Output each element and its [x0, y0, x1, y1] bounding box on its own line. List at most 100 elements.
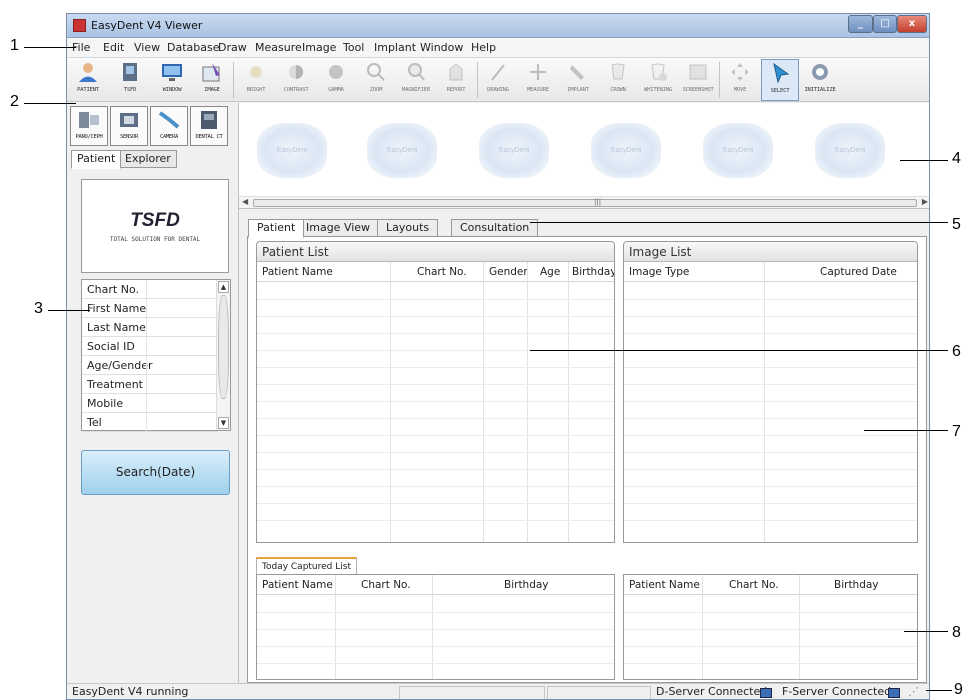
camera-button[interactable]: CAMERA — [150, 106, 188, 146]
select-tool-button[interactable]: SELECT — [761, 59, 799, 101]
thumbnail[interactable]: EasyDent — [591, 123, 661, 178]
info-row[interactable]: Treatment — [82, 375, 218, 394]
col-chart-no[interactable]: Chart No. — [361, 579, 411, 591]
scroll-down-icon[interactable]: ▼ — [218, 417, 229, 429]
thumbnail[interactable]: EasyDent — [815, 123, 885, 178]
col-patient-name[interactable]: Patient Name — [629, 579, 700, 591]
thumbnail[interactable]: EasyDent — [257, 123, 327, 178]
col-chart-no[interactable]: Chart No. — [729, 579, 779, 591]
thumbnail[interactable]: EasyDent — [703, 123, 773, 178]
contrast-tool-button[interactable]: CONTRAST — [277, 59, 315, 101]
menu-database[interactable]: Database — [167, 41, 220, 54]
col-gender[interactable]: Gender — [489, 266, 528, 278]
drawing-icon — [491, 64, 505, 81]
menu-window[interactable]: Window — [420, 41, 463, 54]
zoom-tool-button[interactable]: ZOOM — [357, 59, 395, 101]
tab-consultation[interactable]: Consultation — [451, 219, 539, 237]
info-row[interactable]: First Name — [82, 299, 218, 318]
magnifier-tool-button[interactable]: MAGNIFIER — [397, 59, 435, 101]
col-image-type[interactable]: Image Type — [629, 266, 689, 278]
row-line — [257, 646, 614, 647]
thumbnail[interactable]: EasyDent — [367, 123, 437, 178]
row-line — [624, 663, 917, 664]
patient-tool-button[interactable]: PATIENT — [69, 59, 107, 101]
scroll-left-icon[interactable]: ◀ — [242, 197, 248, 206]
field-divider — [146, 280, 147, 299]
image-tool-button[interactable]: IMAGE — [193, 59, 231, 101]
sensor-button[interactable]: SENSOR — [110, 106, 148, 146]
col-patient-name[interactable]: Patient Name — [262, 266, 333, 278]
col-patient-name[interactable]: Patient Name — [262, 579, 333, 591]
tab-today-captured-list[interactable]: Today Captured List — [256, 557, 357, 574]
report-tool-button[interactable]: REPORT — [437, 59, 475, 101]
col-captured-date[interactable]: Captured Date — [820, 266, 897, 278]
initialize-tool-button[interactable]: INITIALIZE — [801, 59, 839, 101]
info-row[interactable]: Tel — [82, 413, 218, 432]
col-age[interactable]: Age — [540, 266, 560, 278]
menu-image[interactable]: Image — [302, 41, 336, 54]
menu-draw[interactable]: Draw — [218, 41, 247, 54]
drawing-tool-button[interactable]: DRAWING — [479, 59, 517, 101]
menu-view[interactable]: View — [134, 41, 160, 54]
menu-implant[interactable]: Implant — [374, 41, 416, 54]
info-scrollbar[interactable]: ▲ ▼ — [216, 280, 230, 430]
info-row[interactable]: Social ID — [82, 337, 218, 356]
tab-layouts[interactable]: Layouts — [377, 219, 439, 237]
tab-explorer[interactable]: Explorer — [119, 150, 177, 168]
col-chart-no[interactable]: Chart No. — [417, 266, 467, 278]
tool-label: IMPLANT — [567, 87, 589, 93]
tool-label: MAGNIFIER — [401, 87, 430, 93]
tsfd-tool-button[interactable]: TSFD — [111, 59, 149, 101]
thumbnail[interactable]: EasyDent — [479, 123, 549, 178]
info-row[interactable]: Last Name — [82, 318, 218, 337]
image-list-header: Image Type Captured Date — [624, 262, 917, 282]
menu-measure[interactable]: Measure — [255, 41, 302, 54]
tab-patient[interactable]: Patient — [248, 219, 305, 238]
implant-tool-button[interactable]: IMPLANT — [559, 59, 597, 101]
scroll-thumb[interactable]: ||| — [253, 198, 917, 207]
window-tool-button[interactable]: WINDOW — [153, 59, 191, 101]
crown-icon — [611, 63, 625, 80]
dserver-connected-icon — [760, 688, 772, 698]
tab-patient-left[interactable]: Patient — [71, 150, 122, 169]
col-birthday[interactable]: Birthday — [834, 579, 879, 591]
minimize-button[interactable]: _ — [848, 15, 873, 33]
callout-line — [530, 350, 948, 351]
image-list-title: Image List — [624, 242, 917, 262]
col-birthday[interactable]: Birthday — [504, 579, 549, 591]
bright-tool-button[interactable]: BRIGHT — [237, 59, 275, 101]
row-line — [257, 384, 614, 385]
gamma-tool-button[interactable]: GAMMA — [317, 59, 355, 101]
menu-help[interactable]: Help — [471, 41, 496, 54]
tool-label: MOVE — [733, 87, 747, 93]
patient-icon — [79, 63, 97, 82]
search-date-button[interactable]: Search(Date) — [81, 450, 230, 495]
screenshot-tool-button[interactable]: SCREENSHOT — [679, 59, 717, 101]
info-row[interactable]: Mobile — [82, 394, 218, 413]
maximize-button[interactable]: □ — [873, 15, 897, 33]
menu-tool[interactable]: Tool — [343, 41, 364, 54]
scroll-up-icon[interactable]: ▲ — [218, 281, 229, 293]
column-divider — [390, 262, 391, 542]
fserver-status: F-Server Connected — [782, 685, 892, 698]
pano-ceph-button[interactable]: PANO/CEPH — [70, 106, 108, 146]
resize-grip-icon[interactable]: ⋰ — [905, 686, 927, 699]
col-birthday[interactable]: Birthday — [572, 266, 614, 278]
crown-tool-button[interactable]: CROWN — [599, 59, 637, 101]
close-button[interactable]: x — [897, 15, 927, 33]
row-line — [257, 469, 614, 470]
menu-edit[interactable]: Edit — [103, 41, 124, 54]
dental-ct-button[interactable]: DENTAL CT — [190, 106, 228, 146]
info-row[interactable]: Age/Gender — [82, 356, 218, 375]
move-tool-button[interactable]: MOVE — [721, 59, 759, 101]
scroll-thumb[interactable] — [218, 295, 229, 399]
thumbnail-scrollbar[interactable]: ◀ ||| ▶ — [239, 196, 929, 208]
measure-tool-button[interactable]: MEASURE — [519, 59, 557, 101]
whitening-tool-button[interactable]: WHITENING — [639, 59, 677, 101]
callout-line — [24, 47, 76, 48]
scroll-right-icon[interactable]: ▶ — [922, 197, 928, 206]
tab-image-view[interactable]: Image View — [297, 219, 380, 237]
info-row[interactable]: Chart No. — [82, 280, 218, 299]
tool-label: PATIENT — [77, 87, 99, 93]
column-divider — [702, 575, 703, 679]
